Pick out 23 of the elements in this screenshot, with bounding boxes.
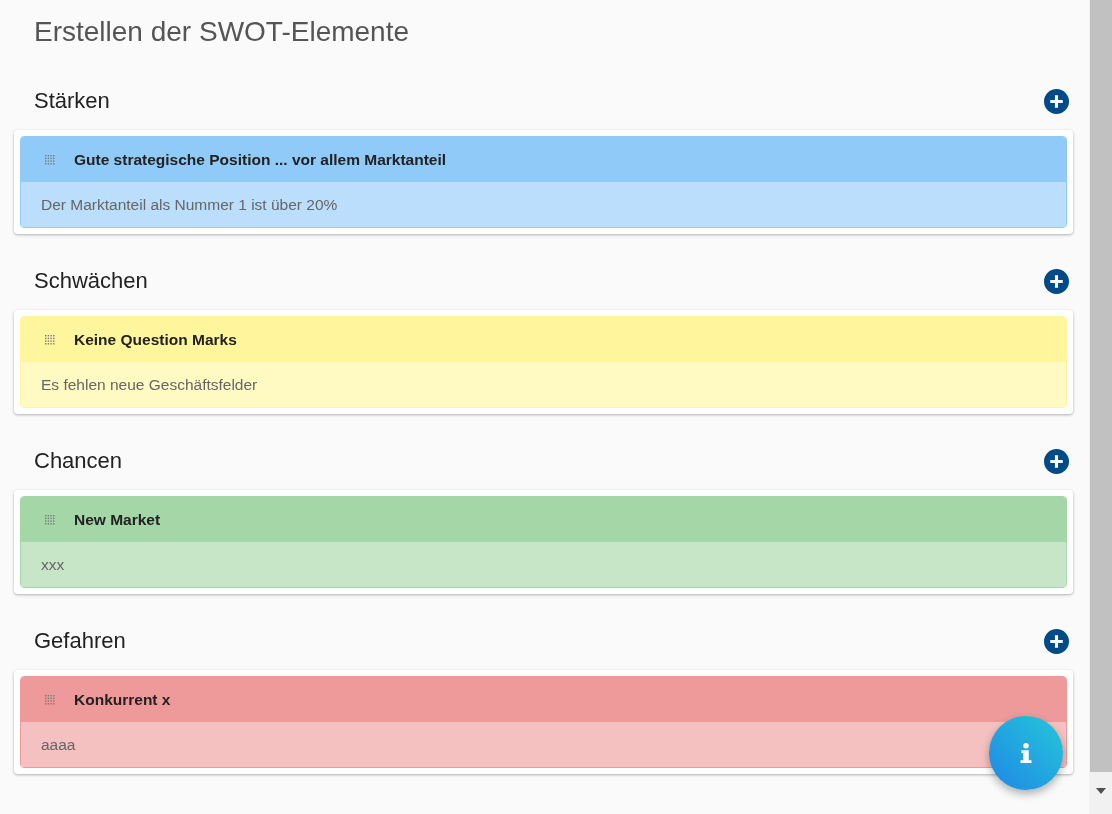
item-title: New Market bbox=[74, 510, 161, 529]
drag-handle-icon[interactable] bbox=[45, 334, 55, 345]
section-heading: Stärken bbox=[34, 88, 110, 114]
item-description: aaaa bbox=[41, 735, 76, 754]
drag-handle-icon[interactable] bbox=[45, 694, 55, 705]
add-icon[interactable] bbox=[1044, 88, 1069, 114]
scrollbar[interactable] bbox=[1089, 0, 1112, 814]
drag-handle-icon[interactable] bbox=[45, 514, 55, 525]
section-heading: Schwächen bbox=[34, 268, 148, 294]
item-description: Der Marktanteil als Nummer 1 ist über 20% bbox=[41, 195, 338, 214]
page-title: Erstellen der SWOT-Elemente bbox=[34, 15, 411, 49]
item-description: Es fehlen neue Geschäftsfelder bbox=[41, 375, 258, 394]
item-title: Gute strategische Position ... vor allem Marktanteil bbox=[74, 150, 447, 169]
section-heading: Gefahren bbox=[34, 628, 126, 654]
add-icon[interactable] bbox=[1044, 448, 1069, 474]
section-heading: Chancen bbox=[34, 448, 123, 474]
add-icon[interactable] bbox=[1044, 628, 1069, 654]
item-title: Konkurrent x bbox=[74, 690, 171, 709]
item-description: xxx bbox=[41, 555, 65, 574]
scroll-down-icon[interactable] bbox=[1095, 788, 1106, 794]
item-title: Keine Question Marks bbox=[74, 330, 237, 349]
add-icon[interactable] bbox=[1044, 268, 1069, 294]
drag-handle-icon[interactable] bbox=[45, 154, 55, 165]
